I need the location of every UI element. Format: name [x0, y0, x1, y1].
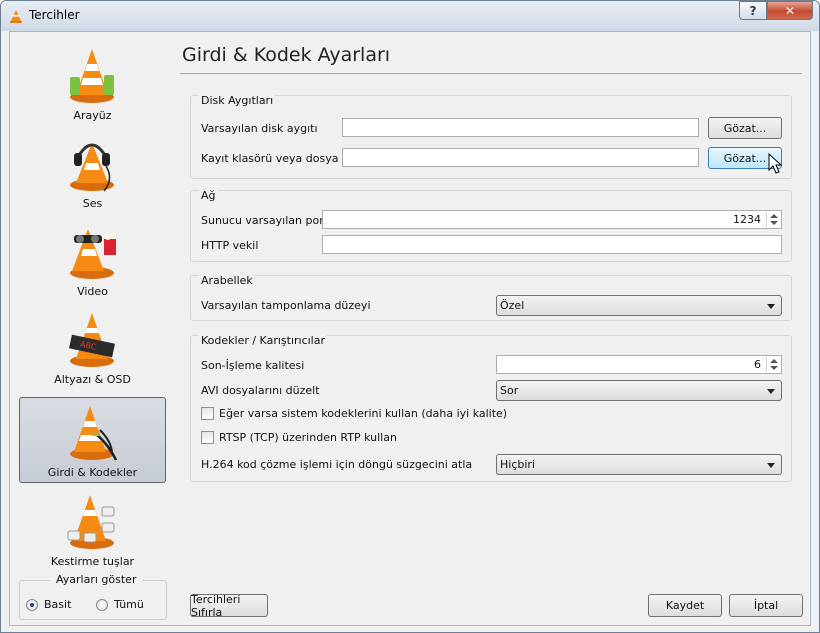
- rtsp-tcp-label: RTSP (TCP) üzerinden RTP kullan: [219, 431, 397, 444]
- save-button[interactable]: Kaydet: [648, 594, 722, 617]
- post-processing-label: Son-İşleme kalitesi: [201, 359, 305, 372]
- radio-basic[interactable]: Basit: [26, 598, 71, 611]
- close-button[interactable]: ✕: [767, 1, 813, 20]
- help-button[interactable]: ?: [739, 1, 767, 20]
- sidebar-item-hotkeys[interactable]: Kestirme tuşlar: [19, 486, 166, 572]
- buffer-level-value: Özel: [500, 299, 525, 312]
- group-title: Kodekler / Karıştırıcılar: [199, 334, 328, 347]
- checkbox-unchecked-icon[interactable]: [201, 431, 214, 444]
- vlc-cone-input-codecs-icon: [70, 406, 118, 461]
- checkbox-unchecked-icon[interactable]: [201, 407, 214, 420]
- avi-fix-combo[interactable]: Sor: [496, 380, 782, 401]
- post-processing-spinbox[interactable]: 6: [496, 355, 782, 374]
- sidebar-item-input-codecs[interactable]: Girdi & Kodekler: [19, 397, 166, 483]
- system-codecs-label: Eğer varsa sistem kodeklerini kullan (da…: [219, 407, 508, 420]
- vlc-cone-icon: [10, 10, 22, 23]
- spin-arrows-icon[interactable]: [766, 212, 780, 227]
- h264-loop-filter-value: Hiçbiri: [500, 458, 535, 471]
- disk-devices-group: Disk Aygıtları Varsayılan disk aygıtı Gö…: [190, 94, 792, 179]
- system-codecs-checkbox[interactable]: Eğer varsa sistem kodeklerini kullan (da…: [201, 407, 507, 420]
- preferences-window: Tercihler ? ✕ Arayüz Ses Video ABC Altya…: [0, 0, 820, 633]
- browse-disk-button[interactable]: Gözat...: [708, 117, 782, 139]
- group-title: Arabellek: [199, 274, 255, 287]
- vlc-cone-hotkeys-icon: [67, 495, 115, 549]
- h264-loop-filter-combo[interactable]: Hiçbiri: [496, 454, 782, 475]
- radio-all[interactable]: Tümü: [96, 598, 144, 611]
- avi-fix-label: AVI dosyalarını düzelt: [201, 384, 320, 397]
- post-processing-value: 6: [754, 358, 761, 371]
- sidebar-item-audio[interactable]: Ses: [19, 128, 166, 214]
- http-proxy-label: HTTP vekil: [201, 239, 259, 252]
- title-bar[interactable]: Tercihler ? ✕: [1, 1, 819, 31]
- dialog-body: Arayüz Ses Video ABC Altyazı & OSD Girdi…: [9, 31, 811, 626]
- page-title: Girdi & Kodek Ayarları: [182, 44, 391, 66]
- chevron-down-icon: [767, 304, 775, 309]
- server-port-spinbox[interactable]: 1234: [322, 210, 782, 229]
- spin-arrows-icon[interactable]: [766, 357, 780, 372]
- buffer-level-combo[interactable]: Özel: [496, 295, 782, 316]
- sidebar-item-interface[interactable]: Arayüz: [19, 40, 166, 126]
- h264-loop-filter-label: H.264 kod çözme işlemi için döngü süzgec…: [201, 458, 473, 471]
- http-proxy-input[interactable]: [322, 235, 782, 254]
- sidebar-item-label: Arayüz: [73, 109, 112, 122]
- record-folder-input[interactable]: [342, 148, 699, 167]
- cancel-button[interactable]: İptal: [729, 594, 803, 617]
- mouse-pointer-icon: [768, 153, 783, 174]
- default-disk-input[interactable]: [342, 118, 699, 137]
- title-divider: [180, 73, 802, 74]
- server-port-value: 1234: [733, 213, 761, 226]
- sidebar-item-label: Kestirme tuşlar: [50, 555, 135, 568]
- sidebar-item-label: Ses: [82, 197, 103, 210]
- vlc-cone-subtitles-icon: ABC: [69, 313, 115, 367]
- radio-all-label: Tümü: [114, 598, 144, 611]
- radio-basic-label: Basit: [44, 598, 72, 611]
- chevron-down-icon: [767, 463, 775, 468]
- sidebar-item-label: Girdi & Kodekler: [47, 466, 138, 479]
- server-port-label: Sunucu varsayılan portu: [201, 214, 336, 227]
- vlc-cone-headphones-icon: [70, 143, 114, 192]
- reset-preferences-button[interactable]: Tercihleri Sıfırla: [190, 593, 268, 619]
- default-disk-label: Varsayılan disk aygıtı: [201, 122, 318, 135]
- window-title: Tercihler: [29, 8, 80, 22]
- sidebar-item-label: Video: [77, 285, 108, 298]
- network-group: Ağ Sunucu varsayılan portu 1234 HTTP vek…: [190, 189, 792, 262]
- radio-selected-icon: [26, 598, 38, 611]
- vlc-cone-interface-icon: [70, 49, 114, 103]
- buffer-level-label: Varsayılan tamponlama düzeyi: [201, 299, 371, 312]
- sidebar-item-video[interactable]: Video: [19, 216, 166, 302]
- vlc-cone-video-icon: [70, 229, 116, 279]
- codecs-group: Kodekler / Karıştırıcılar Son-İşleme kal…: [190, 334, 792, 482]
- avi-fix-value: Sor: [500, 384, 519, 397]
- show-settings-group: Ayarları göster Basit Tümü: [19, 573, 167, 620]
- group-title: Disk Aygıtları: [199, 94, 276, 107]
- group-title: Ağ: [199, 189, 218, 202]
- radio-unselected-icon: [96, 598, 108, 611]
- chevron-down-icon: [767, 389, 775, 394]
- sidebar-item-subtitles-osd[interactable]: ABC Altyazı & OSD: [19, 304, 166, 390]
- buffer-group: Arabellek Varsayılan tamponlama düzeyi Ö…: [190, 274, 792, 321]
- sidebar-item-label: Altyazı & OSD: [54, 373, 131, 386]
- record-folder-label: Kayıt klasörü veya dosya adı: [201, 152, 359, 165]
- category-sidebar: Arayüz Ses Video ABC Altyazı & OSD Girdi…: [19, 40, 167, 568]
- rtsp-tcp-checkbox[interactable]: RTSP (TCP) üzerinden RTP kullan: [201, 431, 397, 444]
- show-settings-title: Ayarları göster: [50, 573, 143, 586]
